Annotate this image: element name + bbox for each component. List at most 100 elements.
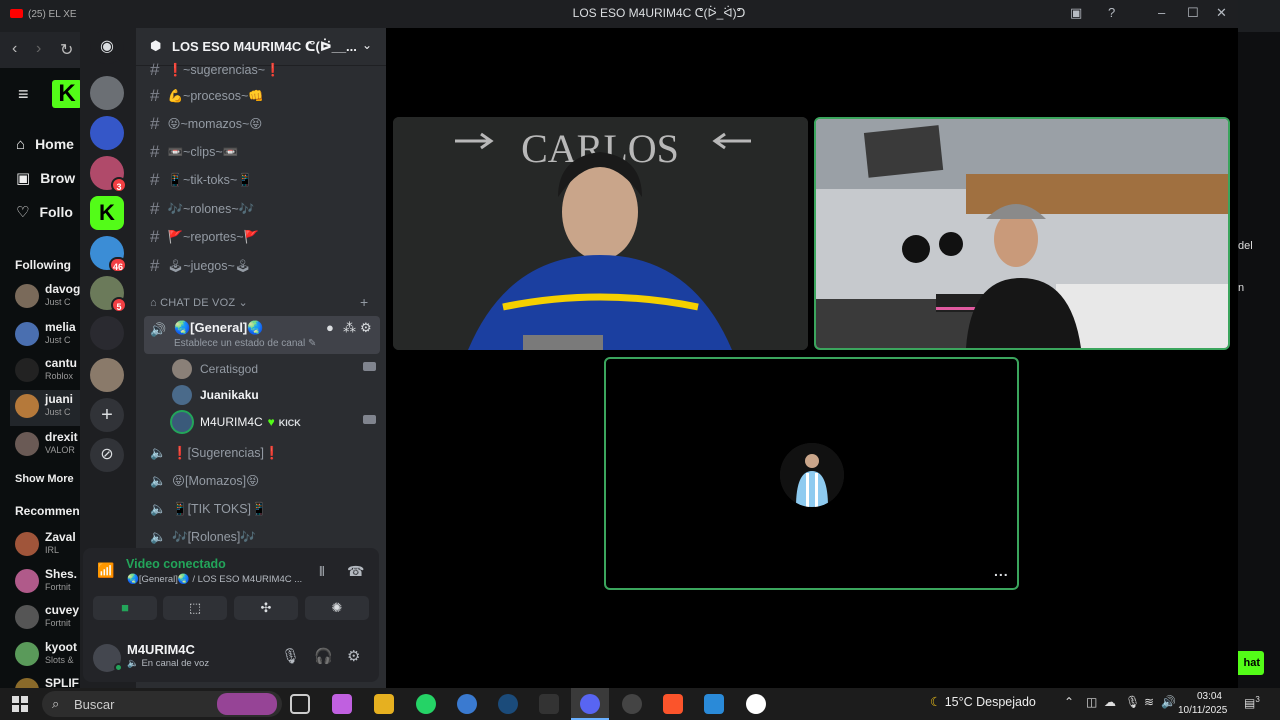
text-channel[interactable]: # 🚩~reportes~🚩 bbox=[150, 227, 259, 249]
maximize-icon[interactable]: ☐ bbox=[1187, 5, 1199, 21]
back-icon[interactable]: ‹ bbox=[12, 40, 17, 58]
following-item[interactable]: juani Just C bbox=[10, 390, 80, 426]
server-icon[interactable]: 46 bbox=[90, 236, 127, 273]
voice-channel[interactable]: 🔈 📱[TIK TOKS]📱 bbox=[150, 501, 267, 523]
add-server-icon[interactable]: + bbox=[90, 398, 124, 432]
inbox-icon[interactable]: ▣ bbox=[1070, 5, 1082, 21]
chevron-up-icon[interactable]: ⌃ bbox=[1064, 695, 1074, 709]
text-channel[interactable]: # 📱~tik-toks~📱 bbox=[150, 170, 253, 192]
text-channel[interactable]: # 😝~momazos~😝 bbox=[150, 114, 262, 136]
avatar bbox=[15, 322, 39, 346]
camera-button[interactable]: ■ bbox=[93, 596, 157, 620]
steam-icon[interactable] bbox=[498, 694, 518, 714]
following-item[interactable]: davog Just C bbox=[15, 280, 85, 316]
activities-button[interactable]: ✣ bbox=[234, 596, 298, 620]
moon-icon: ☾ bbox=[930, 695, 945, 709]
more-options-button[interactable]: ... bbox=[994, 563, 1009, 579]
vscode-icon[interactable] bbox=[704, 694, 724, 714]
help-icon[interactable]: ? bbox=[1108, 5, 1115, 20]
microphone-icon[interactable]: 🎙 bbox=[281, 647, 300, 665]
screen-share-button[interactable]: ⬚ bbox=[163, 596, 227, 620]
copilot-icon[interactable] bbox=[332, 694, 352, 714]
headphones-icon[interactable]: 🎧 bbox=[314, 647, 333, 665]
server-icon[interactable] bbox=[90, 316, 124, 350]
noise-suppression-icon[interactable]: ⦀ bbox=[319, 564, 325, 580]
server-icon[interactable] bbox=[90, 116, 124, 150]
windows-start-icon[interactable] bbox=[12, 696, 28, 712]
chat-bubble-icon[interactable]: ● bbox=[326, 320, 334, 335]
gear-icon[interactable]: ⚙ bbox=[347, 647, 360, 665]
minimize-icon[interactable]: – bbox=[1158, 5, 1165, 20]
text-channel[interactable]: # 📼~clips~📼 bbox=[150, 142, 238, 164]
kick-menu-home[interactable]: ⌂ Home bbox=[16, 136, 74, 153]
active-voice-channel[interactable]: 🔊 🌏[General]🌏 Establece un estado de can… bbox=[144, 316, 380, 354]
soundboard-button[interactable]: ✺ bbox=[305, 596, 369, 620]
connection-status[interactable]: Video conectado bbox=[126, 557, 226, 571]
voice-category[interactable]: ⌂ CHAT DE VOZ ⌄ bbox=[150, 296, 248, 309]
channel-name: drexit bbox=[45, 430, 78, 444]
text-channel[interactable]: # 🎶~rolones~🎶 bbox=[150, 199, 254, 221]
tray-app-icon[interactable]: ◫ bbox=[1086, 695, 1097, 709]
disconnect-icon[interactable]: ☎ bbox=[347, 563, 364, 580]
server-icon[interactable]: 5 bbox=[90, 276, 127, 313]
notification-count: 3 bbox=[1255, 695, 1260, 704]
recommended-item[interactable]: Shes. Fortnit bbox=[15, 565, 85, 601]
file-explorer-icon[interactable] bbox=[374, 694, 394, 714]
video-tile-camera-off[interactable]: ... bbox=[604, 357, 1019, 590]
whatsapp-icon[interactable] bbox=[416, 694, 436, 714]
text-channel[interactable]: # 🕹~juegos~🕹 bbox=[150, 256, 251, 278]
following-item[interactable]: drexit VALOR bbox=[15, 428, 85, 464]
server-icon[interactable]: 3 bbox=[90, 156, 127, 193]
task-view-icon[interactable] bbox=[290, 694, 310, 714]
server-icon[interactable] bbox=[90, 358, 124, 392]
clock[interactable]: 03:04 10/11/2025 bbox=[1178, 690, 1227, 718]
voice-channel[interactable]: 🔈 ❗[Sugerencias]❗ bbox=[150, 445, 280, 467]
voice-user[interactable]: Juanikaku bbox=[172, 383, 372, 409]
add-channel-icon[interactable]: + bbox=[360, 294, 368, 310]
kick-menu-browse[interactable]: ▣ Brow bbox=[16, 169, 75, 187]
discord-taskbar-item[interactable] bbox=[571, 688, 609, 720]
kick-server-icon[interactable]: K bbox=[90, 196, 124, 230]
discover-icon[interactable]: ⊘ bbox=[90, 438, 124, 472]
channel-status-input[interactable]: Establece un estado de canal ✎ bbox=[174, 338, 316, 349]
server-icon[interactable] bbox=[90, 76, 124, 110]
weather-widget[interactable]: ☾ 15°C Despejado bbox=[930, 694, 1036, 709]
reload-icon[interactable]: ↻ bbox=[60, 40, 73, 60]
brave-icon[interactable] bbox=[663, 694, 683, 714]
following-item[interactable]: cantu Roblox bbox=[15, 354, 85, 390]
microphone-icon[interactable]: 🎙 bbox=[1125, 695, 1140, 709]
voice-user[interactable]: Ceratisgod bbox=[172, 357, 376, 383]
recommended-item[interactable]: cuvey Fortnit bbox=[15, 601, 85, 637]
taskbar-search[interactable]: ⌕ Buscar bbox=[42, 691, 282, 717]
hamburger-icon[interactable]: ≡ bbox=[18, 84, 29, 105]
epic-games-icon[interactable] bbox=[539, 694, 559, 714]
show-more-button[interactable]: Show More bbox=[15, 473, 74, 485]
kick-logo[interactable]: K bbox=[52, 80, 82, 108]
forward-icon[interactable]: › bbox=[36, 40, 41, 58]
browser-globe-icon[interactable] bbox=[457, 694, 477, 714]
connection-channel[interactable]: 🌏[General]🌏 / LOS ESO M4URIM4C ... bbox=[127, 574, 302, 585]
voice-user[interactable]: M4URIM4C ♥ KICK bbox=[172, 410, 376, 436]
video-tile-speaking[interactable] bbox=[814, 117, 1230, 350]
notifications-icon[interactable]: ▤3 bbox=[1244, 695, 1260, 710]
volume-icon[interactable]: 🔊 bbox=[1161, 695, 1176, 709]
following-item[interactable]: melia Just C bbox=[15, 318, 85, 354]
kick-menu-following[interactable]: ♡ Follo bbox=[16, 203, 73, 221]
text-channel[interactable]: # 💪~procesos~👊 bbox=[150, 86, 264, 108]
wifi-icon[interactable]: ≋ bbox=[1144, 695, 1154, 709]
voice-channel[interactable]: 🔈 😝[Momazos]😝 bbox=[150, 473, 259, 495]
close-icon[interactable]: ✕ bbox=[1216, 5, 1227, 21]
cloud-icon[interactable]: ☁ bbox=[1104, 695, 1116, 709]
username[interactable]: M4URIM4C bbox=[127, 642, 195, 657]
app-icon[interactable] bbox=[746, 694, 766, 714]
browser-tab[interactable]: (25) EL XE bbox=[10, 9, 77, 20]
gear-icon[interactable]: ⚙ bbox=[360, 320, 372, 336]
text-channel[interactable]: # ❗~sugerencias~❗ bbox=[150, 60, 281, 82]
chat-button[interactable]: hat bbox=[1234, 651, 1264, 675]
discord-home-icon[interactable]: ◉ bbox=[90, 30, 124, 64]
recommended-item[interactable]: Zaval IRL bbox=[15, 528, 85, 564]
obs-icon[interactable] bbox=[622, 694, 642, 714]
video-tile[interactable]: CARLOS bbox=[393, 117, 808, 350]
add-member-icon[interactable]: ⁂ bbox=[343, 320, 356, 336]
recommended-item[interactable]: kyoot Slots & bbox=[15, 638, 85, 674]
